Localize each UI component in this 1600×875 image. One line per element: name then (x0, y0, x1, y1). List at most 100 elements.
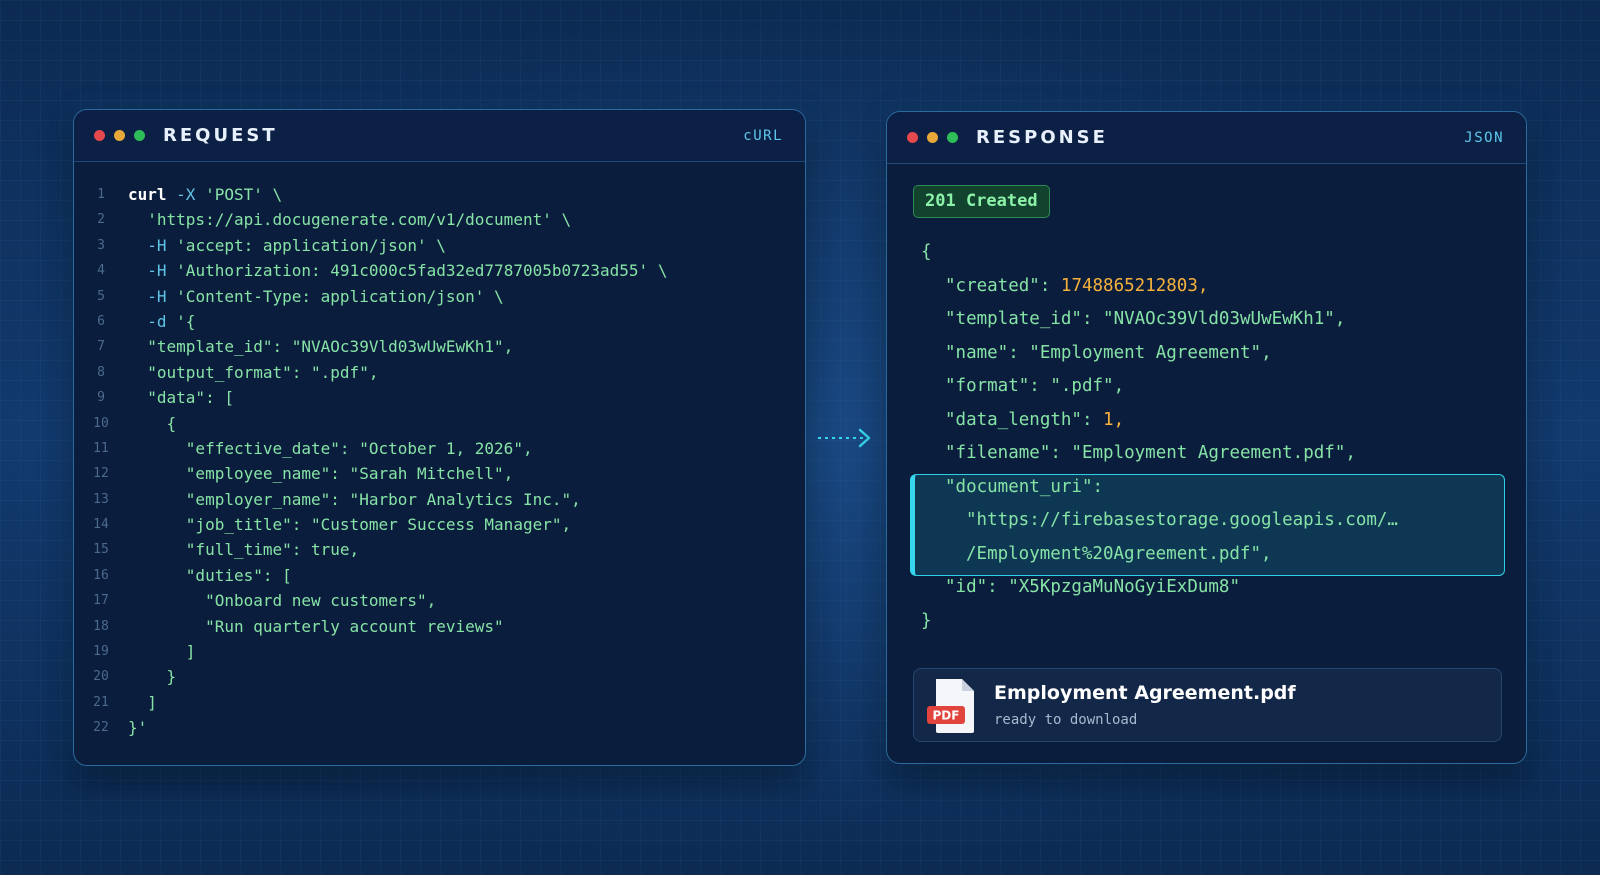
code-token: } (128, 667, 177, 687)
code-line: 22 }' (74, 715, 805, 740)
line-number: 13 (93, 491, 109, 507)
code-token: "effective_date": "October 1, 2026", (128, 438, 533, 458)
line-number: 6 (97, 313, 105, 329)
code-line-text: "job_title": "Customer Success Manager", (128, 512, 571, 537)
line-number: 5 (97, 288, 105, 304)
line-number: 7 (97, 339, 105, 355)
code-token: "duties": [ (128, 565, 292, 585)
close-dot-icon[interactable] (907, 132, 918, 143)
code-token: -X (166, 185, 206, 204)
json-line: } (887, 605, 1526, 639)
code-token: -H (128, 286, 177, 306)
line-number: 9 (97, 390, 105, 406)
close-dot-icon[interactable] (94, 130, 105, 141)
code-line-text: -H 'accept: application/json' \ (128, 233, 446, 258)
line-number: 10 (93, 415, 109, 431)
json-token: "name": "Employment Agreement", (945, 342, 1272, 363)
json-token: } (921, 610, 932, 631)
json-line: "name": "Employment Agreement", (887, 337, 1526, 371)
code-line: 7 "template_id": "NVAOc39Vld03wUwEwKh1", (74, 334, 805, 359)
maximize-dot-icon[interactable] (134, 130, 145, 141)
code-token: "full_time": true, (128, 540, 360, 560)
json-line: "id": "X5KpzgaMuNoGyiExDum8" (887, 571, 1526, 605)
code-token: "Run quarterly account reviews" (128, 616, 504, 636)
code-token: "employer_name": "Harbor Analytics Inc."… (128, 489, 581, 509)
code-token: 'https://api.docugenerate.com/v1/documen… (128, 210, 572, 230)
file-download-card[interactable]: PDF Employment Agreement.pdf ready to do… (913, 668, 1502, 742)
code-line: 2 'https://api.docugenerate.com/v1/docum… (74, 207, 805, 232)
code-line-text: "template_id": "NVAOc39Vld03wUwEwKh1", (128, 334, 513, 359)
line-number: 22 (93, 720, 109, 736)
code-token: ] (128, 642, 196, 662)
response-title: RESPONSE (976, 127, 1108, 148)
json-token: 1, (1103, 409, 1125, 430)
window-controls (94, 130, 145, 141)
code-token: '{ (176, 311, 196, 331)
code-token: -H (128, 235, 177, 255)
maximize-dot-icon[interactable] (947, 132, 958, 143)
json-token: { (921, 242, 932, 262)
file-status: ready to download (994, 712, 1138, 728)
code-token: "template_id": "NVAOc39Vld03wUwEwKh1", (128, 337, 514, 357)
code-line: 1 curl -X 'POST' \ (74, 182, 805, 207)
minimize-dot-icon[interactable] (927, 132, 938, 143)
line-number: 14 (93, 517, 109, 533)
response-panel: RESPONSE JSON 201 Created {"created": 17… (886, 111, 1527, 764)
code-line: 12 "employee_name": "Sarah Mitchell", (74, 461, 805, 486)
request-panel: REQUEST cURL 1 curl -X 'POST' \ 2 'https:/… (73, 109, 806, 766)
code-line-text: -d '{ (128, 309, 195, 334)
line-number: 18 (93, 618, 109, 634)
code-line-text: "data": [ (128, 385, 234, 410)
json-token: "created": (945, 275, 1061, 296)
json-token: "document_uri": (945, 476, 1104, 497)
line-number: 21 (93, 694, 109, 710)
code-token: "employee_name": "Sarah Mitchell", (128, 464, 514, 484)
code-line-text: -H 'Authorization: 491c000c5fad32ed77870… (128, 258, 667, 283)
code-line-text: "effective_date": "October 1, 2026", (128, 436, 533, 461)
line-number: 15 (93, 542, 109, 558)
code-line-text: }' (128, 715, 147, 740)
code-line: 6 -d '{ (74, 309, 805, 334)
code-line: 3 -H 'accept: application/json' \ (74, 233, 805, 258)
json-token: "data_length": (945, 409, 1104, 430)
file-name: Employment Agreement.pdf (994, 682, 1296, 704)
json-line: "data_length": 1, (887, 404, 1526, 438)
request-title: REQUEST (163, 125, 278, 146)
code-token: { (128, 413, 177, 433)
line-number: 11 (93, 440, 109, 456)
json-token: "https://firebasestorage.googleapis.com/… (966, 510, 1398, 530)
line-number: 3 (97, 237, 105, 253)
response-code-block[interactable]: {"created": 1748865212803, "template_id":… (887, 236, 1526, 638)
code-token: "data": [ (128, 388, 234, 408)
status-badge: 201 Created (913, 185, 1050, 218)
code-line: 10 { (74, 411, 805, 436)
code-line: 19 ] (74, 639, 805, 664)
code-line-text: "Onboard new customers", (128, 588, 436, 613)
pdf-file-icon: PDF (927, 679, 974, 733)
request-code-block[interactable]: 1 curl -X 'POST' \ 2 'https://api.docugene… (74, 162, 805, 741)
code-token: 'Content-Type: application/json' \ (176, 286, 504, 306)
code-line-text: -H 'Content-Type: application/json' \ (128, 284, 504, 309)
line-number: 17 (93, 593, 109, 609)
line-number: 16 (93, 567, 109, 583)
code-line-text: } (128, 664, 177, 689)
code-token: 'POST' \ (205, 185, 283, 204)
pdf-icon-label: PDF (933, 709, 960, 723)
response-language-tag: JSON (1464, 129, 1504, 146)
request-panel-header: REQUEST cURL (74, 110, 805, 162)
code-token: -d (128, 311, 177, 331)
code-line: 14 "job_title": "Customer Success Manage… (74, 512, 805, 537)
code-line-text: "employee_name": "Sarah Mitchell", (128, 461, 514, 486)
code-token: ] (128, 692, 157, 712)
code-line: 16 "duties": [ (74, 563, 805, 588)
minimize-dot-icon[interactable] (114, 130, 125, 141)
line-number: 19 (93, 644, 109, 660)
json-line: "https://firebasestorage.googleapis.com/… (887, 504, 1526, 538)
request-language-tag: cURL (743, 127, 783, 144)
code-line: 8 "output_format": ".pdf", (74, 360, 805, 385)
line-number: 8 (97, 364, 105, 380)
json-token: "filename": "Employment Agreement.pdf", (945, 443, 1356, 463)
code-line-text: "employer_name": "Harbor Analytics Inc."… (128, 487, 581, 512)
code-line: 5 -H 'Content-Type: application/json' \ (74, 284, 805, 309)
code-line-text: curl -X 'POST' \ (128, 182, 282, 207)
